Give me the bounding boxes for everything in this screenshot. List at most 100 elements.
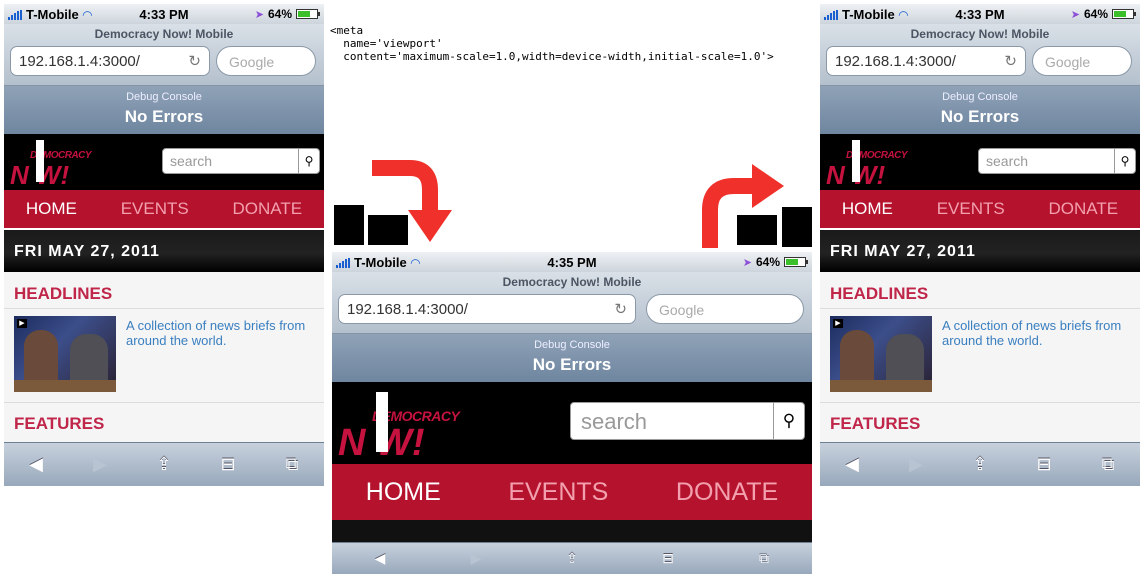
debug-console: Debug Console No Errors xyxy=(332,334,812,382)
debug-console: Debug Console No Errors xyxy=(820,86,1140,134)
headlines-thumbnail[interactable]: ▶ xyxy=(830,316,932,392)
nav-home[interactable]: HOME xyxy=(366,478,441,507)
back-arrow-icon[interactable]: ◀ xyxy=(837,454,867,475)
nav-home[interactable]: HOME xyxy=(26,199,77,219)
main-nav: HOME EVENTS DONATE xyxy=(332,464,812,520)
nav-donate[interactable]: DONATE xyxy=(676,478,778,507)
date-banner: FRI MAY 27, 2011 xyxy=(4,230,324,272)
url-text: 192.168.1.4:3000/ xyxy=(19,53,140,70)
reload-icon[interactable]: ↻ xyxy=(1004,52,1017,70)
date-banner: FRI MAY 27, 2011 xyxy=(820,230,1140,272)
debug-console-title: Debug Console xyxy=(534,339,610,351)
democracy-now-logo[interactable]: DEMOCRACY N W! xyxy=(824,138,934,190)
debug-console-title: Debug Console xyxy=(942,91,1018,103)
features-heading[interactable]: FEATURES xyxy=(4,414,104,434)
debug-console-title: Debug Console xyxy=(126,91,202,103)
battery-percent: 64% xyxy=(267,7,292,21)
forward-arrow-icon[interactable]: ▶ xyxy=(461,550,491,567)
forward-arrow-icon[interactable]: ▶ xyxy=(85,454,115,475)
debug-console: Debug Console No Errors xyxy=(4,86,324,134)
search-icon[interactable]: ⚲ xyxy=(773,402,805,440)
phone-portrait-after: T-Mobile ◠ 4:33 PM ➤ 64% Democracy Now! Mo… xyxy=(820,4,1140,486)
comparison-stage: <meta name='viewport' content='maximum-s… xyxy=(0,0,1144,576)
back-arrow-icon[interactable]: ◀ xyxy=(365,550,395,567)
status-time: 4:35 PM xyxy=(547,255,597,270)
search-icon[interactable]: ⚲ xyxy=(1114,148,1136,174)
landscape-marker-block xyxy=(368,215,408,245)
safari-toolbar: ◀ ▶ ⇪ ⊟ ⧉ xyxy=(820,442,1140,486)
content-area: HEADLINES ▶ A collection of news briefs … xyxy=(4,272,324,442)
debug-console-message: No Errors xyxy=(532,355,612,374)
landscape-marker-block xyxy=(782,207,812,247)
date-banner-partial xyxy=(332,520,812,542)
nav-home[interactable]: HOME xyxy=(842,199,893,219)
safari-address-bar: Democracy Now! Mobile 192.168.1.4:3000/ ↻… xyxy=(820,24,1140,86)
landscape-marker-block xyxy=(737,215,777,245)
page-title: Democracy Now! Mobile xyxy=(94,27,234,41)
nav-events[interactable]: EVENTS xyxy=(937,199,1005,219)
share-icon[interactable]: ⇪ xyxy=(965,454,995,475)
headlines-heading[interactable]: HEADLINES xyxy=(820,284,928,304)
safari-toolbar: ◀ ▶ ⇪ ⊟ ⧉ xyxy=(332,542,812,574)
pages-icon[interactable]: ⧉ xyxy=(277,454,307,475)
main-nav: HOME EVENTS DONATE xyxy=(4,190,324,228)
main-nav: HOME EVENTS DONATE xyxy=(820,190,1140,228)
safari-address-bar: Democracy Now! Mobile 192.168.1.4:3000/ ↻… xyxy=(4,24,324,86)
headlines-blurb-link[interactable]: A collection of news briefs from around … xyxy=(126,318,316,348)
status-bar: T-Mobile ◠ 4:33 PM ➤ 64% xyxy=(820,4,1140,24)
bookmarks-icon[interactable]: ⊟ xyxy=(653,550,683,567)
page-title: Democracy Now! Mobile xyxy=(502,275,642,289)
url-field[interactable]: 192.168.1.4:3000/ ↻ xyxy=(826,46,1026,76)
features-heading[interactable]: FEATURES xyxy=(820,414,920,434)
headlines-heading[interactable]: HEADLINES xyxy=(4,284,112,304)
debug-console-message: No Errors xyxy=(124,107,204,126)
nav-donate[interactable]: DONATE xyxy=(1049,199,1119,219)
search-icon[interactable]: ⚲ xyxy=(298,148,320,174)
share-icon[interactable]: ⇪ xyxy=(149,454,179,475)
bookmarks-icon[interactable]: ⊟ xyxy=(1029,454,1059,475)
battery-percent: 64% xyxy=(1083,7,1108,21)
site-search-input[interactable]: search xyxy=(162,148,299,174)
site-header: DEMOCRACY N W! search ⚲ xyxy=(4,134,324,190)
pages-icon[interactable]: ⧉ xyxy=(749,550,779,567)
page-title: Democracy Now! Mobile xyxy=(910,27,1050,41)
landscape-marker-block xyxy=(334,205,364,245)
status-bar: T-Mobile ◠ 4:35 PM ➤ 64% xyxy=(332,252,812,272)
google-search-field[interactable]: Google xyxy=(646,294,804,324)
site-search-input[interactable]: search xyxy=(978,148,1115,174)
play-icon: ▶ xyxy=(17,319,27,328)
safari-address-bar: Democracy Now! Mobile 192.168.1.4:3000/ ↻… xyxy=(332,272,812,334)
site-header: DEMOCRACY N W! search ⚲ xyxy=(820,134,1140,190)
location-icon: ➤ xyxy=(254,8,264,21)
reload-icon[interactable]: ↻ xyxy=(188,52,201,70)
battery-icon xyxy=(296,9,320,19)
nav-donate[interactable]: DONATE xyxy=(233,199,303,219)
phone-landscape: T-Mobile ◠ 4:35 PM ➤ 64% Democracy Now! Mo… xyxy=(332,252,812,574)
location-icon: ➤ xyxy=(1070,8,1080,21)
bookmarks-icon[interactable]: ⊟ xyxy=(213,454,243,475)
google-search-field[interactable]: Google xyxy=(1032,46,1132,76)
url-field[interactable]: 192.168.1.4:3000/ ↻ xyxy=(338,294,636,324)
url-field[interactable]: 192.168.1.4:3000/ ↻ xyxy=(10,46,210,76)
reload-icon[interactable]: ↻ xyxy=(614,300,627,318)
debug-console-message: No Errors xyxy=(940,107,1020,126)
forward-arrow-icon[interactable]: ▶ xyxy=(901,454,931,475)
viewport-meta-code: <meta name='viewport' content='maximum-s… xyxy=(330,24,774,63)
url-text: 192.168.1.4:3000/ xyxy=(347,301,468,318)
headlines-blurb-link[interactable]: A collection of news briefs from around … xyxy=(942,318,1132,348)
google-search-field[interactable]: Google xyxy=(216,46,316,76)
safari-toolbar: ◀ ▶ ⇪ ⊟ ⧉ xyxy=(4,442,324,486)
battery-icon xyxy=(1112,9,1136,19)
battery-percent: 64% xyxy=(755,255,780,269)
share-icon[interactable]: ⇪ xyxy=(557,550,587,567)
nav-events[interactable]: EVENTS xyxy=(121,199,189,219)
democracy-now-logo[interactable]: DEMOCRACY N W! xyxy=(336,388,486,464)
status-bar: T-Mobile ◠ 4:33 PM ➤ 64% xyxy=(4,4,324,24)
headlines-thumbnail[interactable]: ▶ xyxy=(14,316,116,392)
pages-icon[interactable]: ⧉ xyxy=(1093,454,1123,475)
site-search-input[interactable]: search xyxy=(570,402,774,440)
nav-events[interactable]: EVENTS xyxy=(508,478,608,507)
democracy-now-logo[interactable]: DEMOCRACY N W! xyxy=(8,138,118,190)
content-area: HEADLINES ▶ A collection of news briefs … xyxy=(820,272,1140,442)
back-arrow-icon[interactable]: ◀ xyxy=(21,454,51,475)
